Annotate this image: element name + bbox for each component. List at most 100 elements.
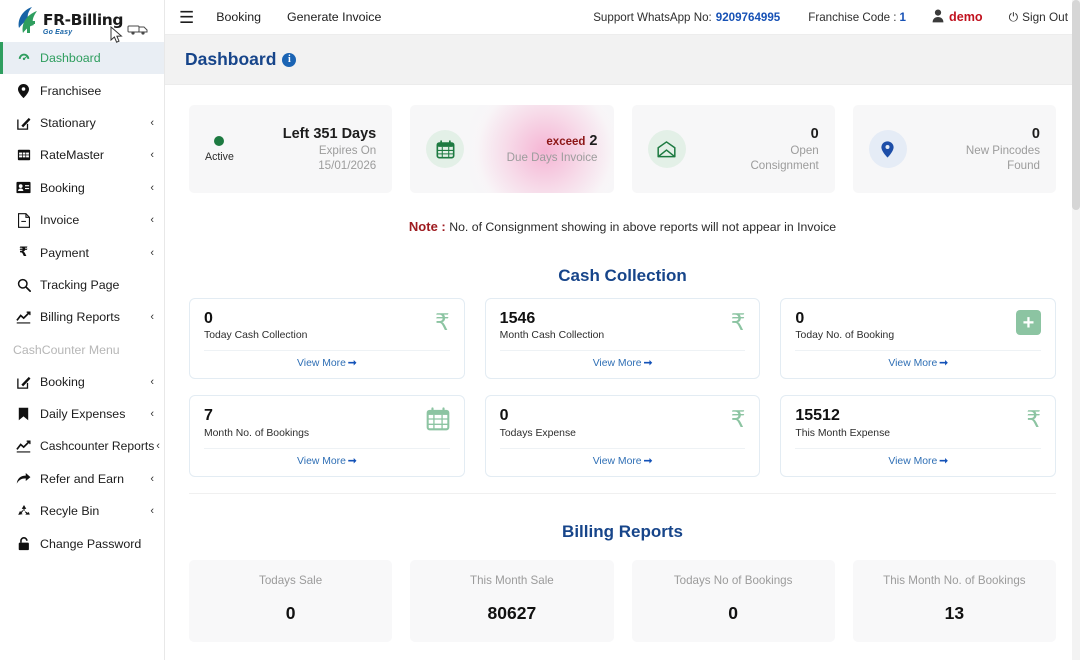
subscription-details: Left 351 Days Expires On 15/01/2026 — [283, 125, 377, 174]
brand-logo[interactable]: FR-Billing Go Easy — [0, 0, 164, 40]
chart-line-icon — [16, 311, 31, 324]
view-more-link[interactable]: View More ➞ — [795, 449, 1041, 469]
power-icon: ⏻ — [1008, 9, 1019, 24]
sidebar-item-ratemaster[interactable]: RateMaster ‹ — [0, 139, 164, 171]
card-label: Today No. of Booking — [795, 330, 895, 342]
topbar-right-group: Support WhatsApp No: 9209764995 Franchis… — [565, 9, 1068, 26]
share-arrow-icon — [16, 472, 31, 485]
open-consignment-details: 0 Open Consignment — [750, 125, 818, 174]
new-pincodes-label-2: Found — [1007, 159, 1040, 173]
rupee-icon: ₹ — [1026, 407, 1042, 434]
topnav-link-booking[interactable]: Booking — [216, 10, 261, 24]
sidebar-item-label: Payment — [40, 245, 89, 260]
sidebar-item-franchisee[interactable]: Franchisee — [0, 74, 164, 106]
exceed-label: exceed — [546, 136, 586, 149]
chevron-left-icon: ‹ — [150, 311, 154, 324]
envelope-open-icon — [647, 130, 686, 168]
chevron-left-icon: ‹ — [150, 181, 154, 194]
cash-collection-row-1: 0 Today Cash Collection ₹ View More ➞ 15… — [189, 298, 1057, 380]
chevron-left-icon: ‹ — [150, 116, 154, 129]
rupee-icon: ₹ — [730, 310, 746, 336]
chart-line-icon — [16, 440, 31, 453]
bookmark-icon — [16, 407, 31, 421]
card-month-cash-collection: 1546 Month Cash Collection ₹ View More ➞ — [484, 298, 761, 380]
sign-out-button[interactable]: ⏻ Sign Out — [1009, 10, 1068, 25]
sidebar-item-daily-expenses[interactable]: Daily Expenses ‹ — [0, 398, 164, 430]
sidebar-item-change-password[interactable]: Change Password — [0, 527, 164, 559]
sidebar-item-tracking-page[interactable]: Tracking Page — [0, 269, 164, 301]
sidebar-item-billing-reports[interactable]: Billing Reports ‹ — [0, 301, 164, 333]
chevron-left-icon: ‹ — [150, 472, 154, 485]
support-whatsapp: Support WhatsApp No: 9209764995 — [593, 11, 780, 24]
sidebar-item-payment[interactable]: ₹ Payment ‹ — [0, 236, 164, 268]
page-scroll-area: Dashboard i Active Left 351 Days Expires… — [165, 35, 1080, 660]
hamburger-menu-icon[interactable]: ☰ — [179, 9, 194, 26]
table-grid-icon — [16, 148, 31, 162]
sidebar-item-refer-and-earn[interactable]: Refer and Earn ‹ — [0, 463, 164, 495]
view-more-link[interactable]: View More ➞ — [204, 449, 450, 469]
sidebar-item-label: RateMaster — [40, 148, 105, 163]
card-this-month-expense: 15512 This Month Expense ₹ View More ➞ — [780, 395, 1057, 477]
support-label: Support WhatsApp No: — [593, 10, 712, 24]
due-days-invoice-label: Due Days Invoice — [506, 151, 598, 165]
main-area: ☰ Booking Generate Invoice Support Whats… — [165, 0, 1080, 660]
app-root: FR-Billing Go Easy Dashboard Franchisee … — [0, 0, 1080, 660]
file-document-icon — [16, 212, 31, 228]
scrollbar-thumb[interactable] — [1072, 0, 1080, 210]
br-value: 13 — [944, 602, 965, 623]
card-todays-expense: 0 Todays Expense ₹ View More ➞ — [484, 395, 761, 477]
card-value: 0 — [499, 407, 509, 425]
cash-collection-grid: 0 Today Cash Collection ₹ View More ➞ 15… — [165, 298, 1080, 494]
expires-on-label: Expires On — [318, 143, 377, 157]
chevron-left-icon: ‹ — [150, 149, 154, 162]
arrow-right-icon: ➞ — [347, 455, 357, 467]
status-label: Active — [205, 150, 234, 163]
sidebar-item-label: Daily Expenses — [40, 407, 126, 422]
brand-tagline: Go Easy — [42, 29, 73, 36]
sidebar-item-booking[interactable]: Booking ‹ — [0, 172, 164, 204]
page-scrollbar[interactable] — [1072, 0, 1080, 660]
view-more-link[interactable]: View More ➞ — [500, 449, 746, 469]
view-more-label: View More — [297, 358, 346, 370]
sidebar-item-label: Cashcounter Reports — [40, 439, 155, 454]
note-label: Note : — [408, 219, 446, 234]
billing-reports-row: Todays Sale 0 This Month Sale 80627 Toda… — [165, 559, 1080, 642]
subscription-status: Active — [205, 135, 234, 163]
sidebar-item-label: Booking — [40, 180, 85, 195]
arrow-right-icon: ➞ — [643, 358, 653, 370]
new-pincodes-label-1: New Pincodes — [965, 143, 1040, 157]
map-pin-icon — [868, 130, 907, 168]
note-text: No. of Consignment showing in above repo… — [449, 220, 837, 234]
view-more-link[interactable]: View More ➞ — [204, 351, 450, 371]
chevron-left-icon: ‹ — [150, 505, 154, 518]
search-icon — [16, 278, 31, 292]
user-menu[interactable]: demo — [932, 9, 983, 26]
exceed-row: exceed 2 — [507, 132, 597, 150]
card-label: Today Cash Collection — [204, 330, 308, 342]
br-value: 0 — [285, 602, 296, 623]
recycle-icon — [16, 504, 31, 518]
card-month-no-of-bookings: 7 Month No. of Bookings View More ➞ — [189, 395, 465, 477]
new-pincodes-value: 0 — [1031, 125, 1040, 142]
view-more-link[interactable]: View More ➞ — [795, 351, 1041, 371]
map-pin-icon — [16, 83, 31, 98]
dashboard-speedometer-icon — [16, 51, 31, 65]
sidebar-item-invoice[interactable]: Invoice ‹ — [0, 204, 164, 236]
delivery-truck-icon — [127, 22, 149, 35]
support-number[interactable]: 9209764995 — [716, 11, 780, 24]
cash-collection-row-2: 7 Month No. of Bookings View More ➞ 0 To… — [189, 395, 1057, 477]
view-more-link[interactable]: View More ➞ — [500, 351, 746, 371]
topnav-link-generate-invoice[interactable]: Generate Invoice — [287, 10, 381, 24]
sidebar-item-cashcounter-reports[interactable]: Cashcounter Reports ‹ — [0, 430, 164, 462]
br-label: This Month Sale — [469, 573, 554, 587]
info-circle-icon[interactable]: i — [282, 52, 297, 67]
sidebar-item-dashboard[interactable]: Dashboard — [0, 42, 164, 75]
sidebar-item-cc-booking[interactable]: Booking ‹ — [0, 366, 164, 398]
sidebar-item-recyle-bin[interactable]: Recyle Bin ‹ — [0, 495, 164, 527]
sidebar-item-stationary[interactable]: Stationary ‹ — [0, 107, 164, 139]
card-today-cash-collection: 0 Today Cash Collection ₹ View More ➞ — [189, 298, 465, 380]
sidebar-nav: Dashboard Franchisee Stationary ‹ RateMa… — [0, 40, 164, 560]
sidebar-item-label: Booking — [40, 374, 85, 389]
flame-leaf-logo-icon — [15, 6, 41, 36]
brand-title: FR-Billing — [42, 10, 124, 29]
